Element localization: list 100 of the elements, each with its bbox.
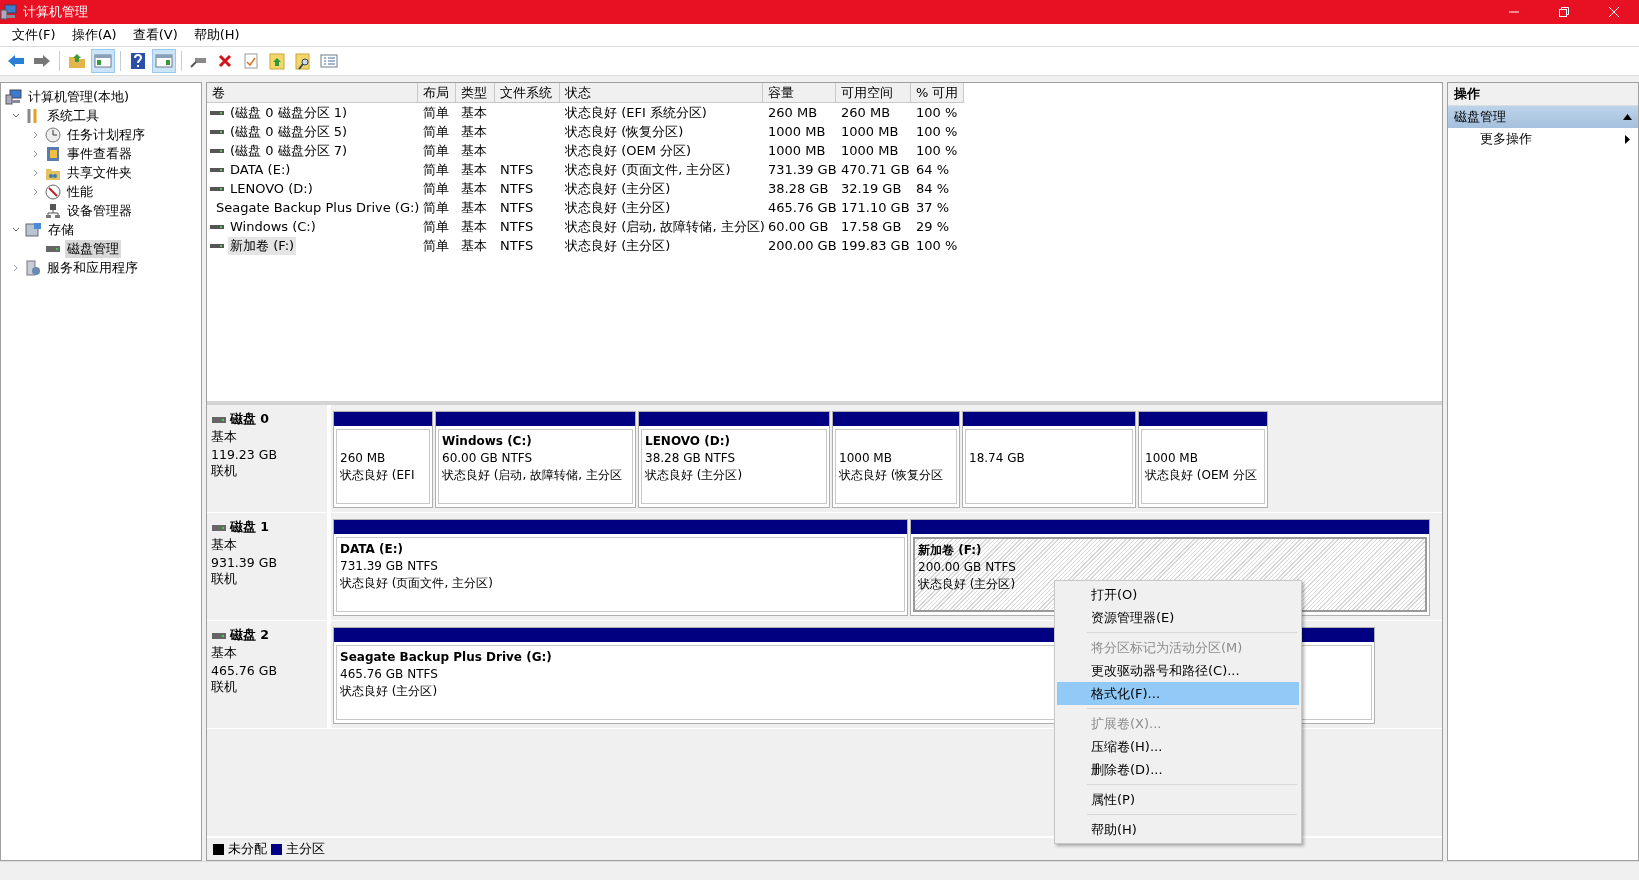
partition-block[interactable]: DATA (E:) 731.39 GB NTFS 状态良好 (页面文件, 主分区): [333, 519, 908, 616]
tree-item[interactable]: 设备管理器: [65, 201, 134, 220]
storage-icon: [25, 221, 42, 238]
disk-size: 465.76 GB: [211, 663, 278, 678]
submenu-arrow-icon: [1625, 134, 1630, 144]
column-header[interactable]: 可用空间: [836, 83, 911, 103]
partition-block[interactable]: 18.74 GB: [962, 411, 1136, 508]
folder-search-icon: [295, 52, 311, 70]
column-header[interactable]: 类型: [456, 83, 495, 103]
partition-area[interactable]: DATA (E:) 731.39 GB NTFS 状态良好 (页面文件, 主分区): [336, 537, 905, 612]
partition-area[interactable]: 1000 MB 状态良好 (恢复分区: [835, 429, 957, 504]
table-cell-text: 状态良好 (OEM 分区): [564, 141, 693, 160]
tree-item[interactable]: 事件查看器: [65, 144, 134, 163]
context-menu-item[interactable]: 属性(P): [1057, 788, 1299, 811]
column-header[interactable]: 状态: [560, 83, 763, 103]
disk-name: 磁盘 2: [230, 627, 270, 644]
column-header[interactable]: 文件系统: [495, 83, 560, 103]
partition-block[interactable]: Windows (C:) 60.00 GB NTFS 状态良好 (启动, 故障转储, 主分区: [435, 411, 636, 508]
partition-area[interactable]: 1000 MB 状态良好 (OEM 分区: [1141, 429, 1265, 504]
volume-name[interactable]: Seagate Backup Plus Drive (G:): [214, 200, 422, 215]
clock-icon: [45, 126, 61, 143]
partition-block[interactable]: 260 MB 状态良好 (EFI: [333, 411, 433, 508]
column-header[interactable]: 卷: [207, 83, 418, 103]
menu-item[interactable]: 文件(F): [4, 24, 64, 46]
action-item[interactable]: 更多操作: [1448, 128, 1638, 150]
partition-size: 200.00 GB NTFS: [918, 559, 1016, 576]
volume-name[interactable]: 新加卷 (F:): [228, 236, 297, 255]
drive-icon: [210, 166, 224, 173]
legend-label: 未分配: [228, 840, 267, 858]
disk-name: 磁盘 0: [230, 411, 270, 428]
partition-status: 状态良好 (页面文件, 主分区): [340, 575, 493, 592]
legend-label: 主分区: [286, 840, 325, 858]
collapse-arrow-icon[interactable]: [1623, 114, 1632, 120]
panel-icon: [94, 53, 112, 69]
partition-name: LENOVO (D:): [645, 434, 730, 448]
column-header[interactable]: 布局: [418, 83, 456, 103]
table-cell-text: 17.58 GB: [840, 218, 903, 236]
context-menu-item[interactable]: 格式化(F)...: [1057, 682, 1299, 705]
table-cell-text: 简单: [422, 236, 450, 255]
volume-name[interactable]: (磁盘 0 磁盘分区 5): [228, 122, 350, 141]
context-menu-item[interactable]: 帮助(H): [1057, 818, 1299, 841]
context-menu-item[interactable]: 更改驱动器号和路径(C)...: [1057, 659, 1299, 682]
help-icon: [130, 52, 146, 70]
context-menu-item[interactable]: 删除卷(D)...: [1057, 758, 1299, 781]
table-cell-text: 84 %: [915, 180, 951, 198]
volume-name[interactable]: (磁盘 0 磁盘分区 1): [228, 103, 350, 122]
partition-block[interactable]: 1000 MB 状态良好 (恢复分区: [832, 411, 960, 508]
menu-item[interactable]: 查看(V): [124, 24, 186, 46]
column-header[interactable]: % 可用: [911, 83, 964, 103]
menu-item[interactable]: 操作(A): [63, 24, 125, 46]
partition-area[interactable]: LENOVO (D:) 38.28 GB NTFS 状态良好 (主分区): [641, 429, 827, 504]
partition-block[interactable]: 1000 MB 状态良好 (OEM 分区: [1138, 411, 1268, 508]
table-cell-text: NTFS: [499, 237, 535, 255]
tree-item[interactable]: 任务计划程序: [65, 125, 147, 144]
disk-size: 119.23 GB: [211, 447, 278, 462]
table-cell-text: 465.76 GB: [767, 199, 836, 217]
computer-icon: [0, 4, 17, 20]
tree-item[interactable]: 共享文件夹: [65, 163, 134, 182]
back-arrow-icon: [7, 54, 25, 68]
partition-size: 1000 MB: [839, 450, 892, 467]
partition-size: 731.39 GB NTFS: [340, 558, 438, 575]
window-title: 计算机管理: [23, 3, 88, 21]
tree-item[interactable]: 服务和应用程序: [45, 258, 140, 277]
volume-name[interactable]: Windows (C:): [228, 219, 318, 234]
tree-item[interactable]: 存储: [46, 220, 76, 239]
table-cell-text: 简单: [422, 141, 450, 160]
partition-area[interactable]: 260 MB 状态良好 (EFI: [336, 429, 430, 504]
log-book-icon: [45, 145, 61, 162]
table-cell-text: 基本: [460, 103, 488, 122]
table-cell-text: 简单: [422, 217, 450, 236]
context-menu-item[interactable]: 打开(O): [1057, 583, 1299, 606]
tree-item[interactable]: 计算机管理(本地): [26, 87, 132, 106]
column-header[interactable]: 容量: [763, 83, 836, 103]
table-cell-text: 1000 MB: [767, 142, 827, 160]
table-cell-text: 简单: [422, 103, 450, 122]
disk-status: 联机: [211, 679, 238, 696]
partition-area[interactable]: 18.74 GB: [965, 429, 1133, 504]
menu-item[interactable]: 帮助(H): [185, 24, 248, 46]
table-cell-text: 470.71 GB: [840, 161, 911, 179]
drive-icon: [210, 147, 224, 154]
computer-icon: [5, 88, 22, 105]
device-icon: [45, 202, 61, 219]
tree-item[interactable]: 系统工具: [45, 106, 101, 125]
tree-item[interactable]: 磁盘管理: [65, 239, 121, 258]
context-menu-item[interactable]: 压缩卷(H)...: [1057, 735, 1299, 758]
table-cell-text: 状态良好 (主分区): [564, 236, 672, 255]
partition-name: DATA (E:): [340, 542, 403, 556]
volume-name[interactable]: (磁盘 0 磁盘分区 7): [228, 141, 350, 160]
forward-arrow-icon: [33, 54, 51, 68]
table-cell-text: 简单: [422, 160, 450, 179]
table-cell-text: 260 MB: [767, 104, 819, 122]
partition-area[interactable]: Windows (C:) 60.00 GB NTFS 状态良好 (启动, 故障转储, 主分区: [438, 429, 633, 504]
actions-section[interactable]: 磁盘管理: [1448, 106, 1638, 128]
table-cell-text: 基本: [460, 179, 488, 198]
table-cell-text: 1000 MB: [767, 123, 827, 141]
disk-status: 联机: [211, 463, 238, 480]
tree-item[interactable]: 性能: [65, 182, 95, 201]
volume-name[interactable]: DATA (E:): [228, 162, 293, 177]
volume-name[interactable]: LENOVO (D:): [228, 181, 315, 196]
partition-block[interactable]: LENOVO (D:) 38.28 GB NTFS 状态良好 (主分区): [638, 411, 830, 508]
